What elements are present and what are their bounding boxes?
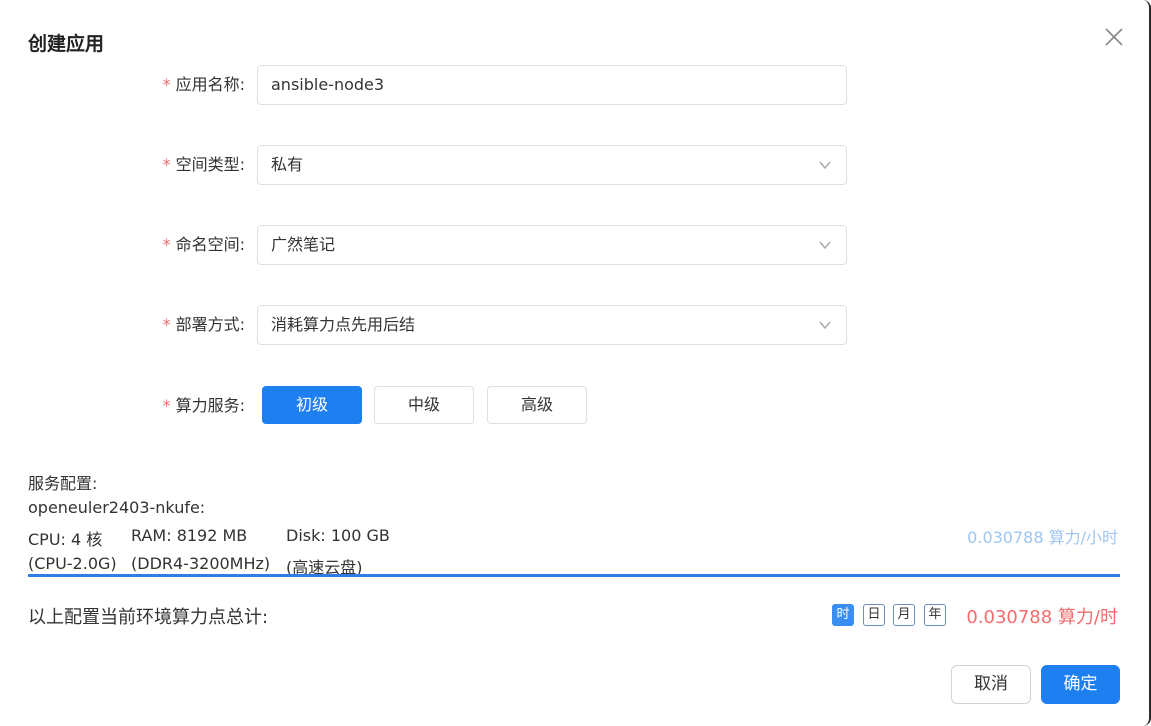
confirm-button[interactable]: 确定 — [1041, 665, 1120, 704]
config-disk: Disk: 100 GB — [286, 526, 390, 545]
deploy-mode-label: * 部署方式: — [162, 315, 245, 334]
namespace-value: 广然笔记 — [271, 235, 336, 254]
deploy-mode-select[interactable]: 消耗算力点先用后结 — [257, 305, 847, 345]
namespace-row: * 命名空间: 广然笔记 — [0, 225, 900, 265]
config-ram: RAM: 8192 MB — [131, 526, 248, 545]
required-mark: * — [162, 235, 171, 254]
app-name-row: * 应用名称: ansible-node3 — [0, 65, 900, 105]
divider — [28, 574, 1120, 577]
config-cpu: CPU: 4 核 — [28, 530, 103, 549]
config-heading: 服务配置: — [28, 474, 98, 493]
space-type-select[interactable]: 私有 — [257, 145, 847, 185]
app-name-label: * 应用名称: — [162, 75, 245, 94]
config-name: openeuler2403-nkufe: — [28, 498, 206, 517]
tier-basic-button[interactable]: 初级 — [262, 386, 362, 424]
cancel-button[interactable]: 取消 — [951, 665, 1031, 704]
chevron-down-icon — [819, 321, 831, 330]
total-label: 以上配置当前环境算力点总计: — [28, 607, 269, 628]
period-day-toggle[interactable]: 日 — [863, 604, 885, 626]
compute-service-row: * 算力服务: 初级 中级 高级 — [0, 386, 900, 426]
deploy-mode-row: * 部署方式: 消耗算力点先用后结 — [0, 305, 900, 345]
app-name-input[interactable]: ansible-node3 — [257, 65, 847, 105]
compute-service-label: * 算力服务: — [162, 396, 245, 415]
close-icon[interactable] — [1103, 26, 1125, 48]
config-rate: 0.030788 算力/小时 — [967, 528, 1118, 547]
create-app-dialog: 创建应用 * 应用名称: ansible-node3 * 空间类型: 私有 * 命名空… — [0, 0, 1151, 726]
tier-advanced-button[interactable]: 高级 — [487, 386, 587, 424]
period-hour-toggle[interactable]: 时 — [832, 604, 854, 626]
total-value: 0.030788 算力/时 — [966, 607, 1118, 628]
space-type-label: * 空间类型: — [162, 155, 245, 174]
chevron-down-icon — [819, 241, 831, 250]
period-year-toggle[interactable]: 年 — [924, 604, 946, 626]
deploy-mode-value: 消耗算力点先用后结 — [271, 315, 416, 334]
required-mark: * — [162, 315, 171, 334]
required-mark: * — [162, 75, 171, 94]
required-mark: * — [162, 396, 171, 415]
chevron-down-icon — [819, 161, 831, 170]
namespace-select[interactable]: 广然笔记 — [257, 225, 847, 265]
namespace-label: * 命名空间: — [162, 235, 245, 254]
space-type-value: 私有 — [271, 155, 304, 174]
tier-intermediate-button[interactable]: 中级 — [374, 386, 474, 424]
required-mark: * — [162, 155, 171, 174]
config-cpu-detail: (CPU-2.0G) — [28, 554, 117, 573]
dialog-title: 创建应用 — [28, 33, 105, 55]
config-ram-detail: (DDR4-3200MHz) — [131, 554, 271, 573]
space-type-row: * 空间类型: 私有 — [0, 145, 900, 185]
period-month-toggle[interactable]: 月 — [893, 604, 915, 626]
